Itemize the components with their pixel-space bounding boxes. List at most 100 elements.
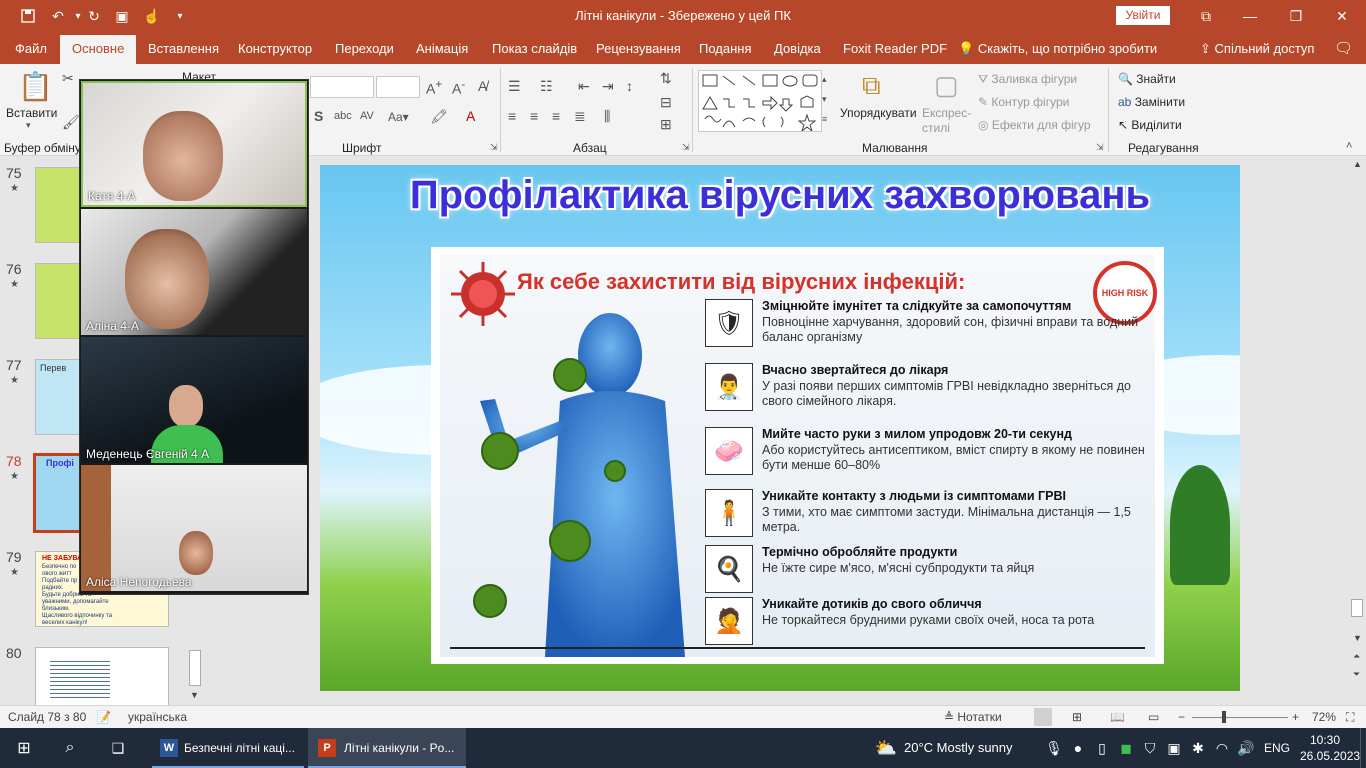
next-slide-icon[interactable]: ⏷ <box>1353 669 1360 680</box>
shapes-more-icon[interactable]: ≡ <box>822 114 827 124</box>
sign-in-button[interactable]: Увійти <box>1116 6 1170 25</box>
reading-view-icon[interactable]: 📖 <box>1110 710 1125 724</box>
slide-canvas[interactable]: Профілактика вірусних захворювань Як себ… <box>320 165 1240 691</box>
strikethrough-icon[interactable]: abc <box>334 110 352 122</box>
bullets-icon[interactable]: ☰ <box>508 78 521 95</box>
font-name-input[interactable] <box>310 76 374 98</box>
scroll-down-icon[interactable]: ▼ <box>190 690 199 700</box>
replace-button[interactable]: ab Замінити <box>1118 95 1185 109</box>
text-direction-icon[interactable]: ⇅ <box>660 70 672 87</box>
fit-slide-icon[interactable]: ⛶ <box>1346 710 1354 725</box>
participant-tile[interactable]: Катя 4-А <box>81 81 307 207</box>
quick-styles-label[interactable]: Експрес-стилі <box>922 106 972 136</box>
font-color-icon[interactable]: A <box>466 108 475 124</box>
align-center-icon[interactable]: ≡ <box>530 108 538 124</box>
tab-home[interactable]: Основне <box>60 35 137 64</box>
cut-icon[interactable]: ✂ <box>62 70 74 87</box>
paste-icon[interactable]: 📋 <box>18 70 53 106</box>
format-painter-icon[interactable]: 🖌 <box>62 114 80 131</box>
shadow-icon[interactable]: S <box>314 108 323 124</box>
ribbon-display-icon[interactable]: ⧉ <box>1194 4 1218 28</box>
columns-icon[interactable]: ⫼ <box>604 108 610 125</box>
restore-icon[interactable]: ❐ <box>1284 4 1308 28</box>
shape-effects-button[interactable]: ◎ Ефекти для фігур <box>978 118 1091 132</box>
shape-outline-button[interactable]: ✎ Контур фігури <box>978 95 1069 109</box>
scroll-down-icon[interactable]: ▼ <box>1353 633 1362 643</box>
align-left-icon[interactable]: ≡ <box>508 108 516 124</box>
task-view-icon[interactable]: ❑ <box>108 738 128 758</box>
align-right-icon[interactable]: ≡ <box>552 108 560 124</box>
tab-help[interactable]: Довідка <box>774 41 821 56</box>
tab-slideshow[interactable]: Показ слайдів <box>492 41 577 56</box>
tell-me-search[interactable]: 💡 Скажіть, що потрібно зробити <box>958 41 1157 57</box>
clock-date[interactable]: 26.05.2023 <box>1300 749 1360 763</box>
minimize-icon[interactable]: — <box>1238 4 1262 28</box>
arrange-icon[interactable]: ⧉ <box>862 70 881 102</box>
tab-design[interactable]: Конструктор <box>238 41 312 56</box>
find-button[interactable]: 🔍 Знайти <box>1118 72 1176 86</box>
increase-indent-icon[interactable]: ⇥ <box>602 78 614 95</box>
zoom-slider-thumb[interactable] <box>1222 711 1226 723</box>
wifi-icon[interactable]: ◠ <box>1212 738 1232 758</box>
tab-review[interactable]: Рецензування <box>596 41 681 56</box>
tab-file[interactable]: Файл <box>15 41 47 56</box>
microphone-icon[interactable]: 🎙 <box>1044 738 1064 758</box>
language-indicator[interactable]: українська <box>128 710 187 724</box>
spacing-icon[interactable]: AV <box>360 110 374 122</box>
battery-icon[interactable]: ▯ <box>1092 738 1112 758</box>
paste-dropdown-icon[interactable]: ▾ <box>26 120 31 131</box>
decrease-indent-icon[interactable]: ⇤ <box>578 78 590 95</box>
zoom-level[interactable]: 72% <box>1312 710 1336 724</box>
app-tray-icon[interactable]: ◼ <box>1116 738 1136 758</box>
weather-icon[interactable]: ⛅ <box>875 738 897 758</box>
numbering-icon[interactable]: ☷ <box>540 78 553 95</box>
grow-font-icon[interactable]: A+ <box>426 78 442 97</box>
network-tray-icon[interactable]: ▣ <box>1164 738 1184 758</box>
participant-tile[interactable]: Аліна 4-А <box>81 209 307 335</box>
slide-title[interactable]: Профілактика вірусних захворювань <box>320 173 1240 218</box>
font-dialog-icon[interactable]: ⇲ <box>490 142 498 153</box>
shrink-font-icon[interactable]: A- <box>452 78 465 97</box>
comments-icon[interactable]: 🗨 <box>1334 39 1353 57</box>
participant-tile[interactable]: Аліса Непогодьева <box>81 465 307 591</box>
slide-sorter-icon[interactable]: ⊞ <box>1072 710 1082 724</box>
zoom-tray-icon[interactable]: ● <box>1068 738 1088 758</box>
defender-icon[interactable]: ⛉ <box>1140 738 1160 758</box>
slide-scrollbar[interactable]: ▲ ▼ ⏶ ⏷ <box>1349 157 1366 704</box>
tab-foxit[interactable]: Foxit Reader PDF <box>843 41 947 56</box>
shape-fill-button[interactable]: ⛛ Заливка фігури <box>978 72 1077 87</box>
scrollbar-thumb[interactable] <box>1351 599 1363 617</box>
weather-text[interactable]: 20°C Mostly sunny <box>904 740 1013 755</box>
align-text-icon[interactable]: ⊟ <box>660 94 672 111</box>
paragraph-dialog-icon[interactable]: ⇲ <box>682 142 690 153</box>
paste-label[interactable]: Вставити <box>6 106 57 120</box>
scroll-up-icon[interactable]: ▲ <box>1353 159 1362 169</box>
normal-view-icon[interactable] <box>1034 708 1052 726</box>
slideshow-view-icon[interactable]: ▭ <box>1148 710 1159 724</box>
shapes-scroll-down-icon[interactable]: ▾ <box>822 94 827 105</box>
case-icon[interactable]: Aa▾ <box>388 110 409 124</box>
zoom-slider[interactable] <box>1192 711 1288 723</box>
collapse-ribbon-icon[interactable]: ˄ <box>1346 140 1352 152</box>
tab-view[interactable]: Подання <box>699 41 752 56</box>
bluetooth-icon[interactable]: ✱ <box>1188 738 1208 758</box>
clock-time[interactable]: 10:30 <box>1310 733 1340 747</box>
zoom-in-icon[interactable]: + <box>1292 710 1299 724</box>
spelling-icon[interactable]: 📝 <box>96 710 111 724</box>
highlight-icon[interactable]: 🖍 <box>430 108 448 125</box>
clear-format-icon[interactable]: A̸ <box>478 78 487 94</box>
keyboard-language[interactable]: ENG <box>1264 741 1290 755</box>
quick-styles-icon[interactable]: ▢ <box>934 70 959 101</box>
tab-insert[interactable]: Вставлення <box>148 41 219 56</box>
windows-start-icon[interactable]: ⊞ <box>14 738 34 758</box>
zoom-out-icon[interactable]: − <box>1178 710 1185 724</box>
participant-tile[interactable]: Меденець Євгеній 4 А <box>81 337 307 463</box>
search-icon[interactable]: ⌕ <box>60 738 80 758</box>
arrange-label[interactable]: Упорядкувати <box>840 106 917 120</box>
slide-thumbnail-80[interactable] <box>35 647 169 705</box>
font-size-input[interactable] <box>376 76 420 98</box>
volume-icon[interactable]: 🔊 <box>1236 738 1256 758</box>
taskbar-app-powerpoint[interactable]: P Літні канікули - Po... <box>308 728 466 768</box>
smartart-icon[interactable]: ⊞ <box>660 116 672 133</box>
shapes-scroll-up-icon[interactable]: ▴ <box>822 74 827 85</box>
